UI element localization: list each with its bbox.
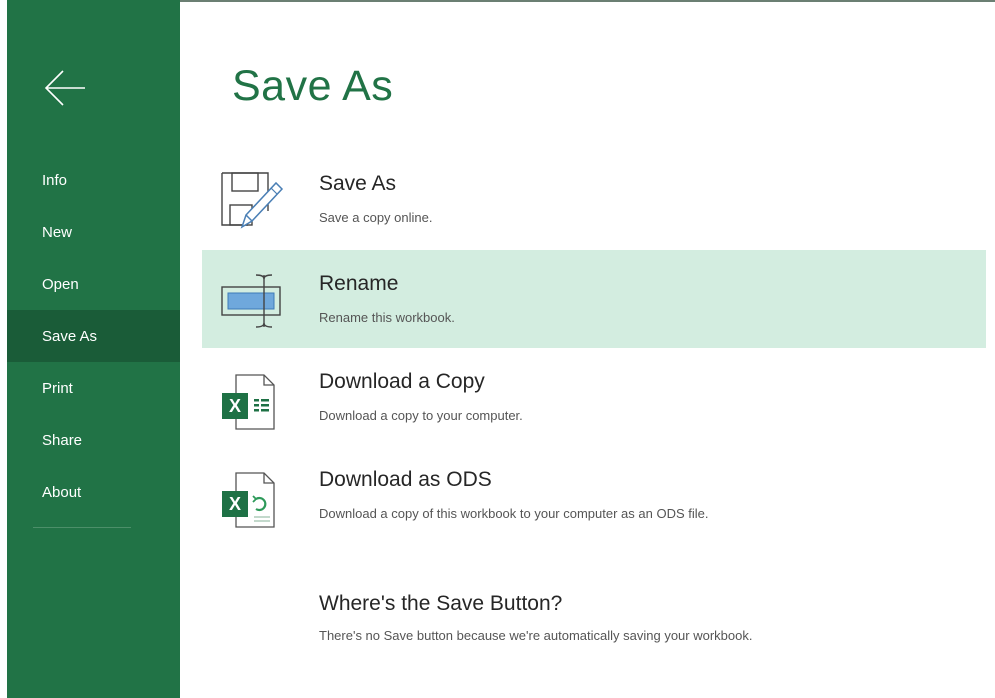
option-rename[interactable]: Rename Rename this workbook.: [202, 250, 986, 348]
option-download-ods[interactable]: X Download as ODS Download a copy of thi…: [202, 446, 986, 544]
window-edge: [0, 0, 7, 698]
sidebar-item-label: About: [42, 483, 82, 501]
sidebar-item-label: Save As: [42, 327, 98, 345]
option-title: Save As: [319, 172, 397, 195]
excel-ods-file-icon: X: [218, 465, 284, 529]
sidebar-item-label: Print: [42, 379, 73, 397]
sidebar-item-open[interactable]: Open: [7, 258, 180, 310]
save-as-pencil-icon: [218, 169, 284, 233]
sidebar-item-print[interactable]: Print: [7, 362, 180, 414]
sidebar-item-label: Open: [42, 275, 79, 293]
option-description: Rename this workbook.: [319, 310, 455, 325]
sidebar-item-new[interactable]: New: [7, 206, 180, 258]
option-description: Save a copy online.: [319, 210, 433, 225]
back-arrow-icon: [44, 70, 85, 106]
sidebar-item-save-as[interactable]: Save As: [7, 310, 180, 362]
back-button[interactable]: [43, 68, 87, 108]
option-description: Download a copy to your computer.: [319, 408, 523, 423]
option-title: Download a Copy: [319, 370, 485, 393]
option-download-copy[interactable]: X Download a Copy Download a copy to you…: [202, 348, 986, 446]
backstage-sidebar: Info New Open Save As Print Share About: [7, 0, 180, 698]
option-save-as[interactable]: Save As Save a copy online.: [202, 150, 986, 248]
svg-text:X: X: [229, 396, 241, 416]
top-border: [180, 0, 995, 2]
option-title: Download as ODS: [319, 468, 492, 491]
option-title: Rename: [319, 272, 399, 295]
page-title: Save As: [232, 62, 394, 110]
sidebar-divider: [33, 527, 131, 528]
option-description: Download a copy of this workbook to your…: [319, 506, 709, 521]
sidebar-item-share[interactable]: Share: [7, 414, 180, 466]
help-description: There's no Save button because we're aut…: [319, 628, 753, 643]
help-title: Where's the Save Button?: [319, 592, 563, 615]
excel-file-icon: X: [218, 367, 284, 431]
svg-text:X: X: [229, 494, 241, 514]
rename-icon: [218, 269, 284, 333]
sidebar-item-label: Share: [42, 431, 83, 449]
sidebar-item-label: Info: [42, 171, 68, 189]
sidebar-item-info[interactable]: Info: [7, 154, 180, 206]
sidebar-item-about[interactable]: About: [7, 466, 180, 518]
sidebar-item-label: New: [42, 223, 73, 241]
